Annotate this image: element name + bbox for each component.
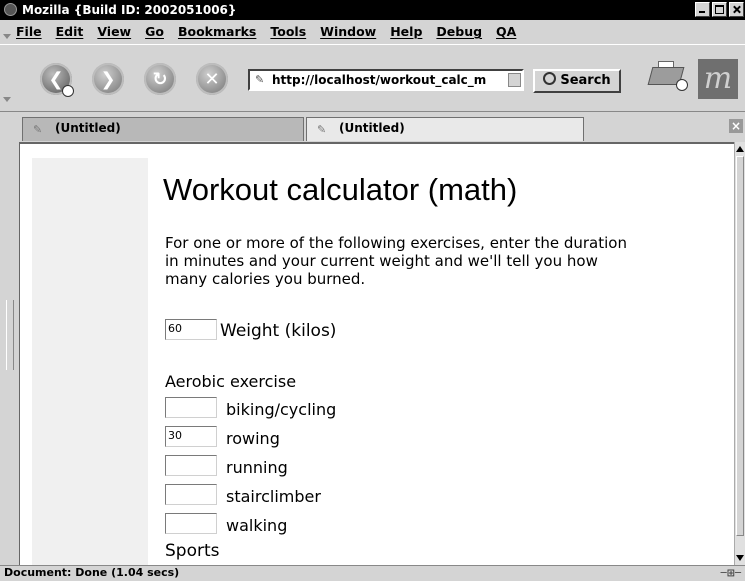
maximize-button[interactable] xyxy=(712,2,727,17)
page-content: Workout calculator (math) For one or mor… xyxy=(19,142,734,565)
stairclimber-input[interactable] xyxy=(165,484,217,505)
sidebar-grip[interactable] xyxy=(6,300,14,370)
page-icon: ✎ xyxy=(317,123,327,136)
weight-label: Weight (kilos) xyxy=(220,321,337,341)
navbar-grip-icon[interactable] xyxy=(3,97,11,102)
back-history-dropdown-icon[interactable] xyxy=(62,85,74,97)
status-bar: Document: Done (1.04 secs) ─⊞─ xyxy=(0,565,745,580)
window-title: Mozilla {Build ID: 2002051006} xyxy=(22,3,237,17)
menu-qa[interactable]: QA xyxy=(496,24,516,39)
navigation-toolbar: ❮ ❯ ↻ ✕ ✎ http://localhost/workout_calc_… xyxy=(0,44,745,112)
mozilla-throbber-icon[interactable]: m xyxy=(698,59,738,99)
vertical-scrollbar[interactable] xyxy=(734,142,745,565)
back-button[interactable]: ❮ xyxy=(40,63,74,97)
search-button[interactable]: Search xyxy=(533,69,621,93)
menu-file[interactable]: File xyxy=(16,24,42,39)
menu-bar: File Edit View Go Bookmarks Tools Window… xyxy=(0,20,745,44)
tab-untitled-1[interactable]: ✎ (Untitled) xyxy=(22,117,304,141)
biking-label: biking/cycling xyxy=(226,400,337,419)
weight-input[interactable]: 60 xyxy=(165,319,217,340)
menu-view[interactable]: View xyxy=(97,24,131,39)
aerobic-heading: Aerobic exercise xyxy=(165,372,297,391)
menu-bookmarks[interactable]: Bookmarks xyxy=(178,24,256,39)
left-column-panel xyxy=(32,158,148,565)
page-proxy-icon[interactable]: ✎ xyxy=(255,74,266,85)
print-button[interactable] xyxy=(647,61,688,91)
running-label: running xyxy=(226,458,288,477)
tab-label: (Untitled) xyxy=(55,121,121,135)
reload-button[interactable]: ↻ xyxy=(144,63,176,95)
menu-edit[interactable]: Edit xyxy=(56,24,84,39)
running-input[interactable] xyxy=(165,455,217,476)
forward-arrow-icon: ❯ xyxy=(100,68,116,90)
window-titlebar: Mozilla {Build ID: 2002051006} xyxy=(0,0,745,20)
print-dropdown-icon[interactable] xyxy=(676,79,688,91)
intro-text: For one or more of the following exercis… xyxy=(165,234,627,288)
stop-icon: ✕ xyxy=(204,68,220,90)
url-text: http://localhost/workout_calc_m xyxy=(272,73,487,87)
back-arrow-icon: ❮ xyxy=(48,68,64,90)
menu-go[interactable]: Go xyxy=(145,24,164,39)
stairclimber-label: stairclimber xyxy=(226,487,321,506)
reload-icon: ↻ xyxy=(152,68,168,90)
walking-label: walking xyxy=(226,516,288,535)
tab-label: (Untitled) xyxy=(339,121,405,135)
page-title: Workout calculator (math) xyxy=(163,172,518,207)
rowing-label: rowing xyxy=(226,429,280,448)
walking-input[interactable] xyxy=(165,513,217,534)
window-controls xyxy=(695,2,744,17)
menu-tools[interactable]: Tools xyxy=(270,24,306,39)
scroll-down-arrow-icon[interactable] xyxy=(736,555,744,561)
menu-debug[interactable]: Debug xyxy=(436,24,482,39)
minimize-button[interactable] xyxy=(695,2,710,17)
menubar-grip-icon[interactable] xyxy=(3,34,11,39)
tab-bar: ✎ (Untitled) ✎ (Untitled) × xyxy=(0,113,745,142)
biking-input[interactable] xyxy=(165,397,217,418)
magnifier-icon xyxy=(543,72,557,85)
page-icon: ✎ xyxy=(33,123,43,136)
url-field[interactable]: ✎ http://localhost/workout_calc_m xyxy=(248,69,524,91)
close-window-button[interactable] xyxy=(729,2,744,17)
scrollbar-thumb[interactable] xyxy=(736,156,744,536)
search-button-label: Search xyxy=(560,73,611,88)
sports-heading: Sports xyxy=(165,541,220,561)
menu-window[interactable]: Window xyxy=(320,24,376,39)
mozilla-app-icon[interactable] xyxy=(4,3,17,16)
status-text: Document: Done (1.04 secs) xyxy=(4,566,180,579)
scroll-up-arrow-icon[interactable] xyxy=(736,146,744,152)
forward-button[interactable]: ❯ xyxy=(92,63,124,95)
rowing-input[interactable]: 30 xyxy=(165,426,217,447)
online-status-icon[interactable]: ─⊞─ xyxy=(721,567,741,581)
stop-button[interactable]: ✕ xyxy=(196,63,228,95)
menu-help[interactable]: Help xyxy=(390,24,422,39)
close-tab-button[interactable]: × xyxy=(729,119,743,133)
tab-untitled-2[interactable]: ✎ (Untitled) xyxy=(306,117,584,141)
url-history-dropdown-icon[interactable] xyxy=(508,73,521,87)
